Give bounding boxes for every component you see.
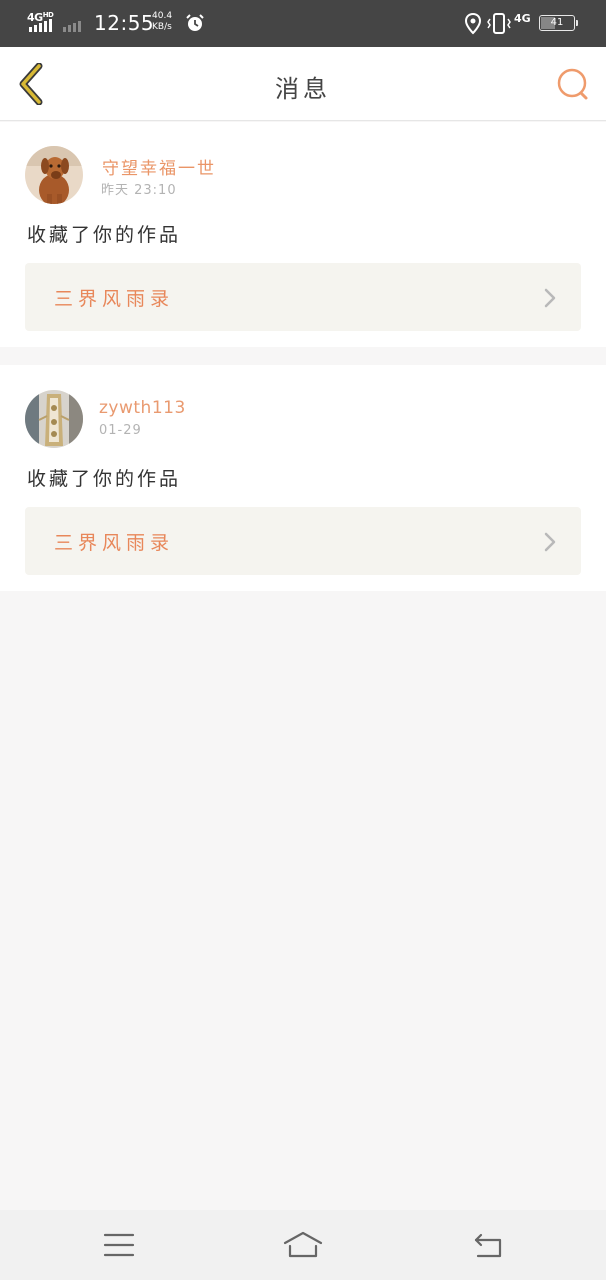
avatar[interactable] [25, 146, 83, 204]
signal-icon [29, 19, 81, 32]
dog-avatar-image [25, 146, 83, 204]
search-icon [557, 68, 588, 100]
app-header: 消息 [0, 47, 606, 121]
nav-back-button[interactable] [466, 1228, 510, 1262]
network-speed: 40.4 KB/s [152, 11, 172, 33]
vibrate-icon [487, 13, 511, 34]
message-action: 收藏了你的作品 [27, 468, 182, 490]
chevron-right-icon [544, 288, 556, 308]
work-title: 三界风雨录 [54, 288, 175, 310]
username[interactable]: 守望幸福一世 [102, 154, 216, 179]
status-time: 12:55 [94, 11, 155, 35]
menu-icon [103, 1233, 135, 1257]
work-link[interactable]: 三界风雨录 [25, 263, 581, 331]
back-icon [474, 1233, 502, 1258]
location-icon [464, 13, 482, 35]
username[interactable]: zywth113 [99, 398, 186, 418]
work-title: 三界风雨录 [54, 532, 175, 554]
status-bar: 4GHD 12:55 40.4 KB/s 4G 41 [0, 0, 606, 47]
work-link[interactable]: 三界风雨录 [25, 507, 581, 575]
speed-unit: KB/s [152, 22, 172, 32]
battery-level: 41 [550, 17, 564, 28]
nav-menu-button[interactable] [97, 1228, 141, 1262]
message-time: 01-29 [99, 423, 142, 438]
message-time: 昨天 23:10 [101, 183, 177, 198]
message-item: 守望幸福一世 昨天 23:10 收藏了你的作品 三界风雨录 [0, 122, 606, 347]
alarm-icon [186, 14, 204, 31]
chevron-right-icon [544, 532, 556, 552]
nav-home-button[interactable] [281, 1228, 325, 1262]
network-label-right: 4G [514, 12, 531, 25]
page-title: 消息 [275, 75, 331, 103]
navigation-bar [0, 1210, 606, 1280]
avatar[interactable] [25, 390, 83, 448]
speed-value: 40.4 [152, 11, 173, 21]
battery-icon: 41 [539, 15, 578, 31]
search-button[interactable] [553, 64, 593, 104]
message-item: zywth113 01-29 收藏了你的作品 三界风雨录 [0, 365, 606, 591]
message-action: 收藏了你的作品 [27, 224, 182, 246]
home-icon [283, 1231, 323, 1258]
artwork-avatar-image [25, 390, 83, 448]
